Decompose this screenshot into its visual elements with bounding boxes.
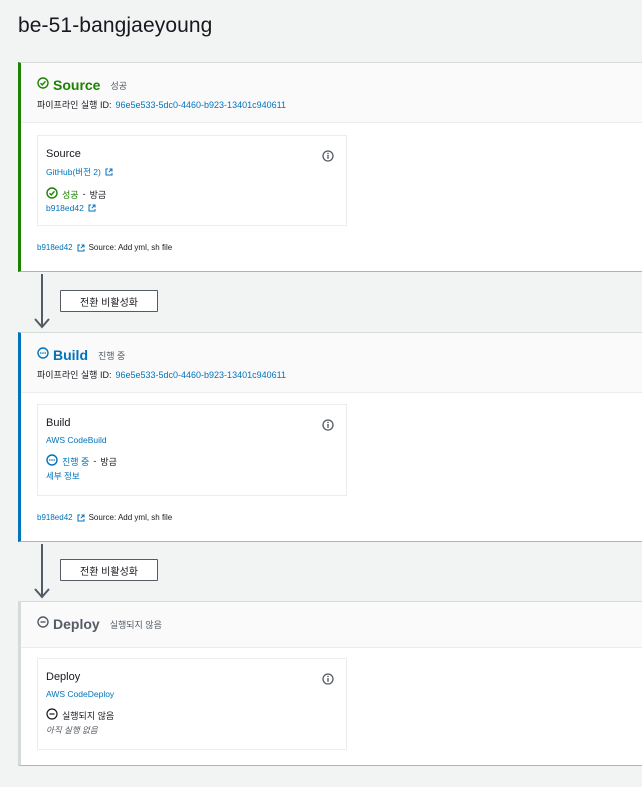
status-text: 실행되지 않음 (62, 710, 115, 721)
commit-message: Source: Add yml, sh file (88, 513, 173, 522)
stage-source: Source 성공 파이프라인 실행 ID: 96e5e533-5dc0-4460… (18, 62, 642, 272)
commit-id-link[interactable]: b918ed42 (37, 243, 73, 252)
commit-message: Source: Add yml, sh file (88, 243, 173, 252)
execution-id-link[interactable]: 96e5e533-5dc0-4460-b923-13401c940611 (115, 370, 285, 380)
in-progress-icon (46, 454, 58, 468)
check-circle-icon (37, 76, 49, 94)
stage-status: 성공 (110, 80, 128, 91)
status-time: 방금 (89, 189, 107, 200)
execution-id-row: 파이프라인 실행 ID: 96e5e533-5dc0-4460-b923-1340… (37, 368, 642, 381)
action-card-source: Source GitHub(버전 2) 성공 - 방금 b918ed42 (37, 135, 347, 226)
info-icon[interactable] (322, 149, 334, 167)
action-card-deploy: Deploy AWS CodeDeploy 실행되지 않음 아직 실행 없음 (37, 658, 347, 750)
arrow-down-icon (33, 274, 51, 335)
action-name: Deploy (46, 671, 81, 683)
status-separator: - (93, 456, 97, 466)
action-name: Source (46, 148, 81, 160)
action-status: 실행되지 않음 (46, 708, 338, 722)
details-link[interactable]: 세부 정보 (46, 470, 338, 482)
stage-commit-row: b918ed42 Source: Add yml, sh file (37, 243, 172, 252)
provider-label: AWS CodeBuild (46, 435, 107, 445)
minus-circle-icon (37, 615, 49, 633)
disable-transition-button[interactable]: 전환 비활성화 (60, 290, 158, 312)
stage-status: 실행되지 않음 (109, 619, 162, 630)
stage-status: 진행 중 (98, 350, 126, 361)
status-text: 성공 (62, 189, 79, 200)
execution-id-label: 파이프라인 실행 ID: (37, 100, 112, 110)
stage-commit-row: b918ed42 Source: Add yml, sh file (37, 513, 172, 522)
commit-link[interactable]: b918ed42 (46, 203, 338, 213)
stage-build: Build 진행 중 파이프라인 실행 ID: 96e5e533-5dc0-446… (18, 332, 642, 542)
execution-id-row: 파이프라인 실행 ID: 96e5e533-5dc0-4460-b923-1340… (37, 98, 642, 111)
provider-link[interactable]: AWS CodeBuild (46, 435, 338, 445)
provider-label: AWS CodeDeploy (46, 689, 115, 699)
status-separator: - (82, 189, 86, 199)
minus-circle-icon (46, 708, 58, 722)
external-link-icon[interactable] (77, 514, 85, 522)
stage-name: Build (53, 347, 88, 363)
action-card-build: Build AWS CodeBuild 진행 중 - 방금 세부 정보 (37, 404, 347, 496)
stage-header: Deploy 실행되지 않음 (21, 602, 642, 648)
stage-name: Source (53, 77, 101, 93)
external-link-icon[interactable] (77, 244, 85, 252)
provider-link[interactable]: AWS CodeDeploy (46, 689, 338, 699)
provider-label: GitHub(버전 2) (46, 167, 101, 177)
status-time: 방금 (100, 456, 117, 467)
in-progress-icon (37, 346, 49, 364)
external-link-icon (88, 204, 96, 212)
disable-transition-button[interactable]: 전환 비활성화 (60, 559, 158, 581)
info-icon[interactable] (322, 418, 334, 436)
external-link-icon (105, 168, 113, 176)
action-status: 진행 중 - 방금 (46, 454, 338, 468)
no-execution-text: 아직 실행 없음 (46, 725, 98, 735)
stage-deploy: Deploy 실행되지 않음 Deploy AWS CodeDeploy 실행되… (18, 601, 642, 766)
check-circle-icon (46, 187, 58, 201)
action-status: 성공 - 방금 (46, 187, 338, 201)
commit-link-label: b918ed42 (46, 203, 84, 213)
status-text: 진행 중 (62, 456, 90, 467)
pipeline-title: be-51-bangjaeyoung (18, 14, 213, 37)
stage-header: Build 진행 중 파이프라인 실행 ID: 96e5e533-5dc0-446… (21, 333, 642, 393)
info-icon[interactable] (322, 672, 334, 690)
execution-id-label: 파이프라인 실행 ID: (37, 370, 112, 380)
stage-header: Source 성공 파이프라인 실행 ID: 96e5e533-5dc0-4460… (21, 63, 642, 123)
execution-id-link[interactable]: 96e5e533-5dc0-4460-b923-13401c940611 (115, 100, 285, 110)
action-name: Build (46, 417, 71, 429)
arrow-down-icon (33, 544, 51, 605)
commit-id-link[interactable]: b918ed42 (37, 513, 73, 522)
stage-name: Deploy (53, 616, 100, 632)
provider-link[interactable]: GitHub(버전 2) (46, 166, 338, 178)
